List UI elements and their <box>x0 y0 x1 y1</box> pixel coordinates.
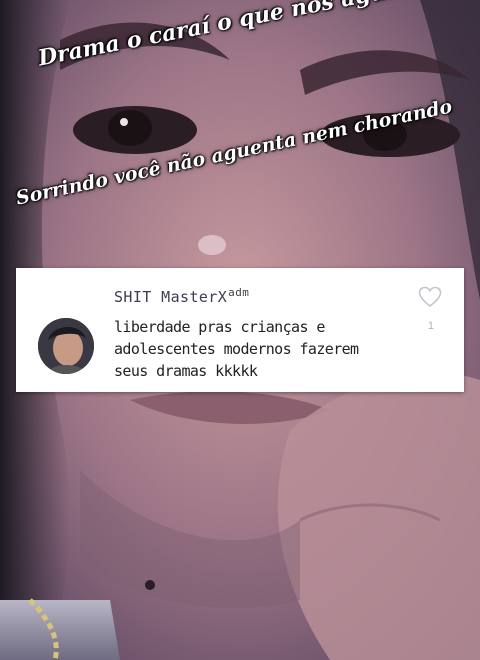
avatar-image <box>38 318 94 374</box>
like-count: 1 <box>427 320 434 332</box>
comment-card: SHIT MasterXadm liberdade pras crianças … <box>16 268 464 392</box>
heart-outline-icon[interactable] <box>418 286 442 308</box>
comment-username[interactable]: SHIT MasterXadm <box>114 286 249 306</box>
comment-text: liberdade pras crianças e adolescentes m… <box>114 318 359 380</box>
username-suffix: adm <box>228 286 250 299</box>
username-text: SHIT MasterX <box>114 288 228 306</box>
avatar[interactable] <box>38 318 94 374</box>
